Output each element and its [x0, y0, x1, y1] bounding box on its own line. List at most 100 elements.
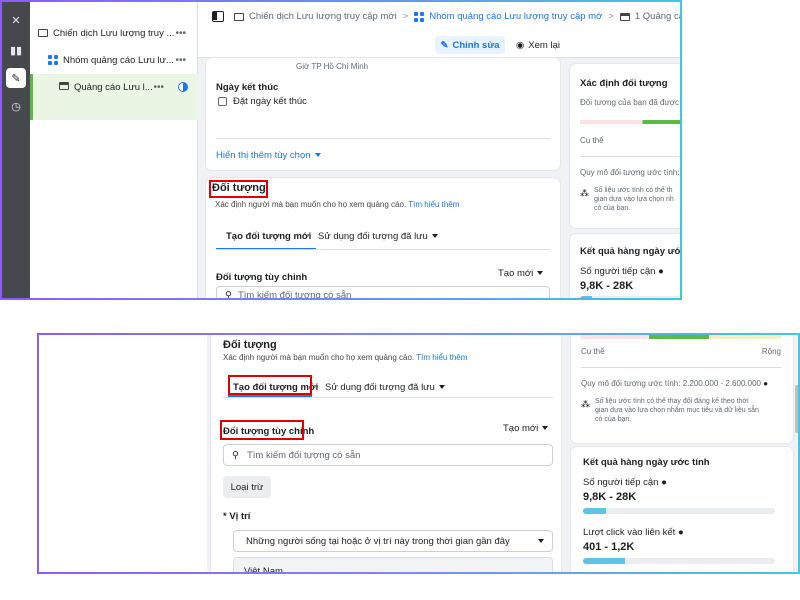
chevron-down-icon: [537, 271, 544, 276]
divider: [223, 397, 553, 398]
end-date-checkbox-label: Đặt ngày kết thúc: [233, 96, 307, 107]
note-line: có của bạn.: [594, 205, 631, 212]
audience-desc-text: Xác định người mà bạn muốn cho họ xem qu…: [223, 353, 415, 362]
breadcrumb-campaign[interactable]: Chiến dịch Lưu lượng truy cập mới: [249, 11, 397, 22]
location-label: * Vị trí: [223, 511, 251, 522]
chevron-down-icon: [431, 234, 438, 239]
breadcrumb: Chiến dịch Lưu lượng truy cập mới > Nhóm…: [212, 11, 680, 22]
highlight-box: [209, 180, 268, 198]
scrollbar-thumb[interactable]: [795, 385, 798, 433]
highlight-box: [228, 375, 312, 395]
tab-saved-label: Sử dụng đối tượng đã lưu: [325, 382, 435, 393]
top-bar: Chiến dịch Lưu lượng truy cập mới > Nhóm…: [198, 2, 680, 58]
audience-size-text: Quy mô đối tượng ước tính: 2.200.000 - 2…: [581, 379, 761, 388]
create-new-dropdown[interactable]: Tạo mới: [503, 423, 549, 434]
learn-more-link[interactable]: Tìm hiểu thêm: [408, 200, 459, 209]
ad-name: Quảng cáo Lưu l...: [74, 82, 153, 93]
chart-icon[interactable]: ▮▮: [6, 40, 26, 60]
more-options-link[interactable]: Hiển thị thêm tùy chọn: [216, 150, 321, 161]
meter-specific-label: Cụ thể: [581, 347, 605, 356]
info-icon[interactable]: ●: [678, 527, 684, 538]
tree-item-ad[interactable]: Quảng cáo Lưu l... •••: [30, 74, 198, 120]
audience-search-input[interactable]: ⚲ Tìm kiếm đối tượng có sẵn: [216, 286, 550, 298]
timezone-hint: Giờ TP Hồ Chí Minh: [296, 62, 369, 71]
sparkle-icon: ⁂: [581, 399, 590, 409]
end-date-label: Ngày kết thúc: [216, 82, 279, 93]
close-icon[interactable]: ✕: [6, 10, 26, 30]
note-line: Số liệu ước tính có thể thay đổi đáng kể…: [595, 398, 749, 405]
screenshot-bottom: Đối tượng Xác định người mà bạn muốn cho…: [37, 333, 800, 574]
chevron-down-icon: [314, 153, 321, 158]
tab-edit-label: Chỉnh sửa: [452, 39, 500, 51]
note-line: gian dựa vào lựa chọn nh: [594, 196, 674, 203]
tab-edit[interactable]: ✎ Chỉnh sửa: [435, 36, 505, 54]
results-title: Kết quả hàng ngày ước tính: [583, 457, 710, 468]
meter-broad-label: Rộng: [761, 347, 781, 356]
daily-results-card: Kết quả hàng ngày ước Số người tiếp cận …: [570, 234, 680, 298]
info-icon[interactable]: ●: [661, 477, 667, 488]
sidebar-toggle-icon[interactable]: [212, 11, 224, 22]
reach-value: 9,8K - 28K: [583, 491, 637, 503]
audience-card: Đối tượng Xác định người mà bạn muốn cho…: [211, 335, 561, 572]
more-icon[interactable]: •••: [175, 28, 186, 39]
audience-desc: Xác định người mà bạn muốn cho họ xem qu…: [215, 200, 459, 209]
breadcrumb-ad[interactable]: 1 Quảng cáo: [635, 11, 680, 22]
reach-label: Số người tiếp cận ●: [583, 477, 667, 488]
tree-item-campaign[interactable]: Chiến dịch Lưu lượng truy ... •••: [30, 20, 198, 46]
adset-grid-icon: [48, 55, 58, 65]
end-date-checkbox-row[interactable]: Đặt ngày kết thúc: [218, 96, 307, 107]
tree-item-adset[interactable]: Nhóm quảng cáo Lưu lư... •••: [30, 47, 198, 73]
clock-icon[interactable]: ◷: [6, 96, 26, 116]
estimate-note: Số liệu ước tính có thể th gian dựa vào …: [594, 186, 674, 213]
tab-create-new-audience[interactable]: Tạo đối tượng mới: [226, 231, 311, 242]
audience-meter: [581, 335, 781, 339]
clicks-value: 401 - 1,2K: [583, 541, 635, 553]
reach-bar-fill: [580, 296, 593, 298]
create-new-dropdown[interactable]: Tạo mới: [498, 268, 544, 279]
tree-panel-blank: [39, 335, 207, 572]
clicks-bar-fill: [583, 558, 626, 564]
status-half-icon: [178, 82, 188, 92]
breadcrumb-adset[interactable]: Nhóm quảng cáo Lưu lượng truy cập mớ: [429, 11, 602, 22]
location-type-select[interactable]: Những người sống tại hoặc ở vị trí này t…: [233, 530, 553, 552]
divider: [581, 367, 781, 368]
create-new-label: Tạo mới: [498, 268, 534, 279]
end-date-checkbox[interactable]: [218, 97, 227, 106]
exclude-button[interactable]: Loại trừ: [223, 476, 271, 498]
info-icon[interactable]: ●: [658, 266, 664, 277]
info-icon[interactable]: ●: [763, 379, 768, 388]
create-new-label: Tạo mới: [503, 423, 539, 434]
left-rail: ✕ ▮▮ ✎ ◷: [2, 2, 30, 298]
search-placeholder: Tìm kiếm đối tượng có sẵn: [246, 449, 361, 461]
audience-definition-card: Cụ thể Rộng Quy mô đối tượng ước tính: 2…: [571, 335, 793, 443]
clicks-bar: [583, 558, 775, 564]
reach-bar-fill: [583, 508, 607, 514]
audience-definition-card: Xác định đối tượng Đối tượng của bạn đã …: [570, 64, 682, 228]
more-icon[interactable]: •••: [153, 82, 164, 93]
reach-label-text: Số người tiếp cận: [583, 477, 659, 488]
pencil-icon: ✎: [440, 39, 449, 51]
audience-title: Đối tượng: [223, 339, 277, 351]
schedule-card: Giờ TP Hồ Chí Minh Ngày kết thúc Đặt ngà…: [206, 58, 560, 170]
note-line: gian dựa vào lựa chọn nhắm mục tiêu và d…: [595, 407, 759, 414]
screenshot-top: ✕ ▮▮ ✎ ◷ Chiến dịch Lưu lượng truy ... •…: [0, 0, 682, 300]
more-icon[interactable]: •••: [175, 55, 186, 66]
audience-search-input[interactable]: ⚲ Tìm kiếm đối tượng có sẵn: [223, 444, 553, 466]
eye-icon: ◉: [516, 39, 525, 51]
sparkle-icon: ⁂: [580, 188, 589, 198]
clicks-label: Lượt click vào liên kết ●: [583, 527, 684, 538]
folder-icon: [234, 12, 244, 21]
more-options-label: Hiển thị thêm tùy chọn: [216, 150, 311, 161]
clicks-label-text: Lượt click vào liên kết: [583, 527, 676, 538]
definition-title: Xác định đối tượng: [580, 78, 668, 89]
campaign-tree: Chiến dịch Lưu lượng truy ... ••• Nhóm q…: [30, 2, 198, 298]
note-line: Số liệu ước tính có thể th: [594, 187, 673, 194]
learn-more-link[interactable]: Tìm hiểu thêm: [416, 353, 467, 362]
tab-saved-audience[interactable]: Sử dụng đối tượng đã lưu: [318, 231, 438, 242]
divider: [216, 138, 550, 139]
audience-size-estimate: Quy mô đối tượng ước tính: 2.2: [580, 168, 682, 177]
pencil-icon[interactable]: ✎: [6, 68, 26, 88]
tab-review[interactable]: ◉ Xem lại: [516, 36, 560, 54]
audience-desc: Xác định người mà bạn muốn cho họ xem qu…: [223, 353, 467, 362]
tab-saved-audience[interactable]: Sử dụng đối tượng đã lưu: [325, 382, 445, 393]
